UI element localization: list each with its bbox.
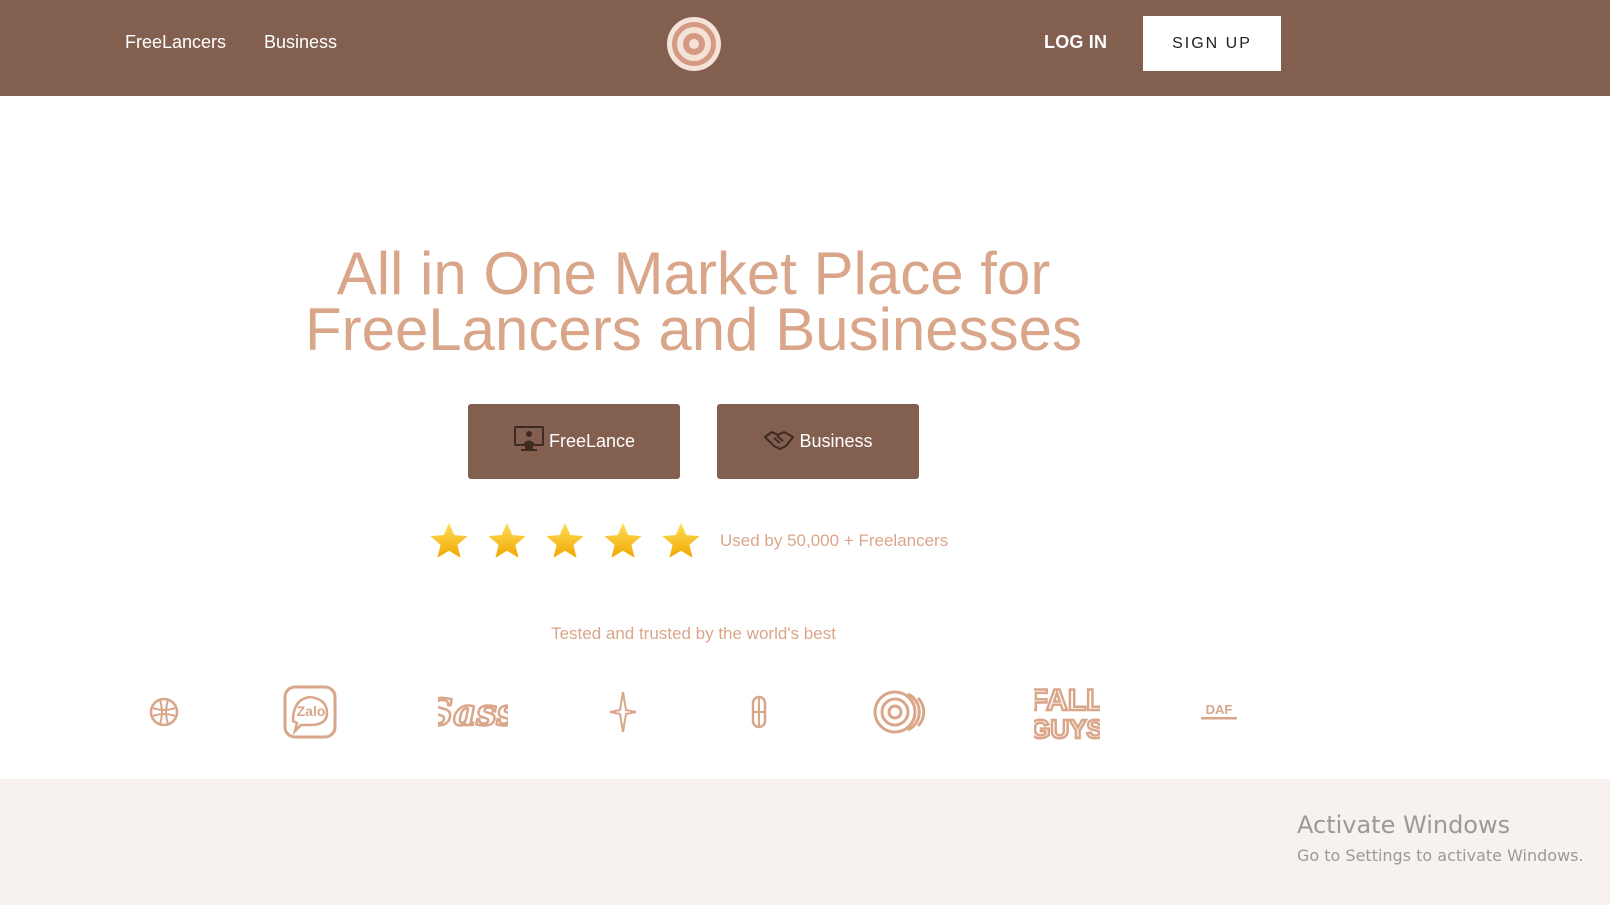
star-icon [662,522,700,558]
used-by-text: Used by 50,000 + Freelancers [720,531,949,550]
guys-text: GUYS [1034,714,1100,742]
zalo-text: Zalo [297,703,326,719]
hero-headline-line2: FreeLancers and Businesses [304,296,1083,363]
rating-stars [428,520,702,562]
sparkle-icon [608,682,638,742]
lincoln-icon [748,682,770,742]
fall-text: FALL [1034,684,1100,717]
daf-icon: DAF [1196,682,1242,742]
sass-text: Sass [438,692,508,734]
nav-link-business[interactable]: Business [264,32,337,53]
star-icon [546,522,584,558]
nav-link-freelancers[interactable]: FreeLancers [125,32,226,53]
daf-text: DAF [1206,702,1233,717]
freelance-button[interactable]: FreeLance [468,404,680,479]
monitor-person-icon [513,425,545,458]
activate-windows-subtitle: Go to Settings to activate Windows. [1297,846,1584,865]
business-button[interactable]: Business [717,404,919,479]
star-icon [430,522,468,558]
business-button-label: Business [799,431,873,451]
top-navbar: FreeLancers Business LOG IN SIGN UP [0,0,1610,96]
trusted-heading: Tested and trusted by the world's best [551,624,836,643]
signup-button[interactable]: SIGN UP [1143,16,1281,71]
concentric-icon [872,682,938,742]
star-icon [488,522,526,558]
target-logo-icon[interactable] [666,16,722,72]
star-icon [604,522,642,558]
activate-windows-title: Activate Windows [1297,811,1511,839]
freelance-button-label: FreeLance [548,431,636,451]
sass-icon: Sass [438,682,508,742]
footer-band [0,779,1610,905]
handshake-icon [763,425,795,458]
login-link[interactable]: LOG IN [1044,32,1107,53]
hero-headline: All in One Market Place for FreeLancers … [0,244,1387,360]
fall-guys-icon: FALL GUYS [1034,682,1100,742]
dribbble-icon [146,682,182,742]
zalo-icon: Zalo [282,682,338,742]
